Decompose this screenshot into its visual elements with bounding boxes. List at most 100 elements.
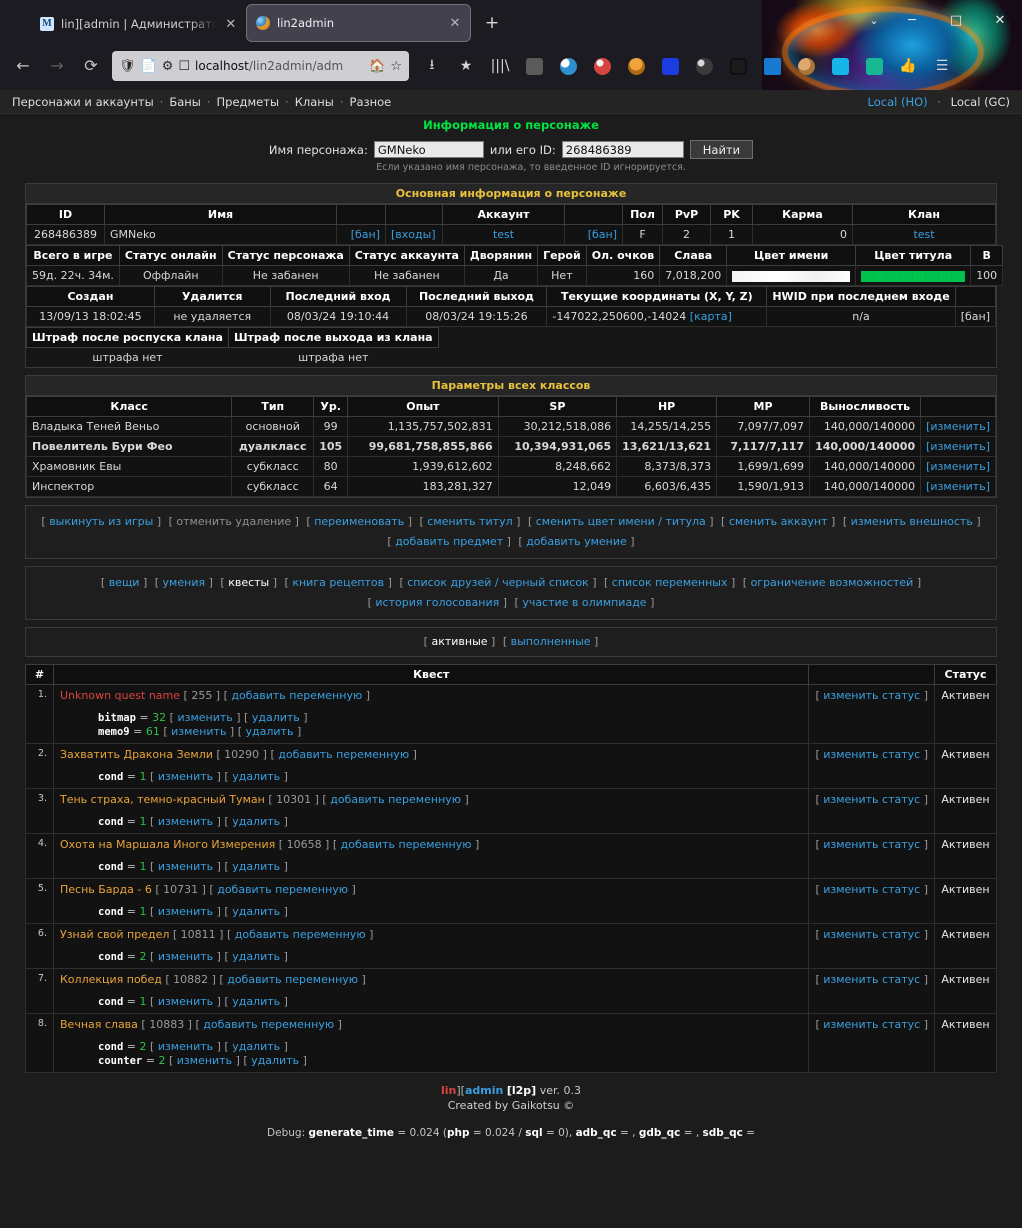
cookie-icon[interactable] — [789, 51, 823, 81]
quest-change-status-link[interactable]: изменить статус — [823, 1018, 920, 1031]
section-variables-link[interactable]: список переменных — [612, 576, 728, 589]
action-change-colors-link[interactable]: сменить цвет имени / титула — [536, 515, 706, 528]
quest-add-variable-link[interactable]: добавить переменную — [217, 883, 348, 896]
server-local-ho[interactable]: Local (HO) — [868, 95, 928, 109]
bookmark-star-icon[interactable]: ☆ — [390, 60, 402, 73]
map-link[interactable]: [карта] — [690, 310, 732, 323]
quest-change-status-link[interactable]: изменить статус — [823, 973, 920, 986]
quest-filter-completed-link[interactable]: выполненные — [511, 635, 591, 648]
dark-reader-icon[interactable] — [687, 51, 721, 81]
quest-var-delete-link[interactable]: удалить — [246, 725, 294, 738]
quest-var-edit-link[interactable]: изменить — [158, 950, 213, 963]
account-link[interactable]: test — [493, 228, 514, 241]
quest-var-edit-link[interactable]: изменить — [158, 1040, 213, 1053]
quest-var-edit-link[interactable]: изменить — [158, 860, 213, 873]
quest-var-edit-link[interactable]: изменить — [171, 725, 226, 738]
back-icon[interactable]: ← — [6, 51, 40, 81]
quest-var-delete-link[interactable]: удалить — [232, 770, 280, 783]
quest-var-delete-link[interactable]: удалить — [252, 711, 300, 724]
quest-var-delete-link[interactable]: удалить — [232, 815, 280, 828]
action-rename-link[interactable]: переименовать — [314, 515, 404, 528]
thumbs-up-icon[interactable]: 👍 — [891, 51, 925, 81]
quest-change-status-link[interactable]: изменить статус — [823, 689, 920, 702]
account-ban-link[interactable]: [бан] — [588, 228, 617, 241]
character-id-input[interactable] — [561, 141, 684, 158]
char-ban-link[interactable]: [бан] — [351, 228, 380, 241]
tab-close-icon[interactable]: ✕ — [224, 18, 238, 31]
reload-icon[interactable]: ⟳ — [74, 51, 108, 81]
close-window-button[interactable]: ✕ — [978, 0, 1022, 42]
quest-add-variable-link[interactable]: добавить переменную — [330, 793, 461, 806]
quest-change-status-link[interactable]: изменить статус — [823, 748, 920, 761]
action-kick-link[interactable]: выкинуть из игры — [49, 515, 153, 528]
section-olympiad-link[interactable]: участие в олимпиаде — [522, 596, 646, 609]
downloads-icon[interactable]: ⭳ — [415, 51, 449, 81]
quest-add-variable-link[interactable]: добавить переменную — [227, 973, 358, 986]
character-name-input[interactable] — [373, 141, 484, 158]
class-edit-link[interactable]: [изменить] — [926, 460, 990, 473]
quest-change-status-link[interactable]: изменить статус — [823, 928, 920, 941]
download-manager-icon[interactable] — [653, 51, 687, 81]
circle-blue-icon[interactable] — [551, 51, 585, 81]
save-to-pocket-icon[interactable]: ★ — [449, 51, 483, 81]
server-local-gc[interactable]: Local (GC) — [951, 95, 1010, 109]
diamond-cyan-icon[interactable] — [823, 51, 857, 81]
section-items-link[interactable]: вещи — [109, 576, 140, 589]
section-recipes-link[interactable]: книга рецептов — [292, 576, 384, 589]
clan-link[interactable]: test — [913, 228, 934, 241]
quest-var-delete-link[interactable]: удалить — [232, 1040, 280, 1053]
class-edit-link[interactable]: [изменить] — [926, 420, 990, 433]
quest-var-delete-link[interactable]: удалить — [232, 860, 280, 873]
sidebar-item-misc[interactable]: Разное — [350, 95, 392, 109]
quest-var-delete-link[interactable]: удалить — [232, 905, 280, 918]
quest-var-delete-link[interactable]: удалить — [232, 950, 280, 963]
sidebar-item-bans[interactable]: Баны — [169, 95, 201, 109]
home-icon[interactable]: 🏠 — [369, 60, 385, 73]
quest-add-variable-link[interactable]: добавить переменную — [278, 748, 409, 761]
section-restrictions-link[interactable]: ограничение возможностей — [751, 576, 914, 589]
screenshot-off-icon[interactable]: ☐ — [178, 60, 190, 73]
settings-sliders-icon[interactable]: ⚙ — [162, 60, 174, 73]
sidebar-item-characters[interactable]: Персонажи и аккаунты — [12, 95, 154, 109]
action-change-account-link[interactable]: сменить аккаунт — [729, 515, 828, 528]
class-edit-link[interactable]: [изменить] — [926, 480, 990, 493]
ublock-origin-icon[interactable] — [517, 51, 551, 81]
quest-var-edit-link[interactable]: изменить — [158, 995, 213, 1008]
find-button[interactable]: Найти — [689, 140, 754, 159]
tab-close-icon[interactable]: ✕ — [447, 17, 463, 30]
action-add-skill-link[interactable]: добавить умение — [526, 535, 627, 548]
sidebar-item-clans[interactable]: Кланы — [295, 95, 334, 109]
new-tab-button[interactable]: + — [479, 10, 505, 36]
quest-var-delete-link[interactable]: удалить — [251, 1054, 299, 1067]
hwid-ban-link[interactable]: [бан] — [954, 306, 997, 327]
lamp-green-icon[interactable] — [857, 51, 891, 81]
quest-var-edit-link[interactable]: изменить — [177, 711, 232, 724]
sidebar-item-items[interactable]: Предметы — [217, 95, 280, 109]
quest-change-status-link[interactable]: изменить статус — [823, 838, 920, 851]
section-friends-link[interactable]: список друзей / черный список — [407, 576, 588, 589]
address-bar[interactable]: 🛡 📄 ⚙ ☐ localhost/lin2admin/adm 🏠 ☆ — [112, 51, 409, 81]
action-add-item-link[interactable]: добавить предмет — [395, 535, 503, 548]
browser-tab-2[interactable]: lin2admin ✕ — [246, 4, 471, 42]
monkey-icon[interactable] — [619, 51, 653, 81]
extension-red-icon[interactable] — [585, 51, 619, 81]
quest-var-delete-link[interactable]: удалить — [232, 995, 280, 1008]
quest-change-status-link[interactable]: изменить статус — [823, 883, 920, 896]
quest-add-variable-link[interactable]: добавить переменную — [341, 838, 472, 851]
chevron-down-icon[interactable]: ⌄ — [858, 0, 890, 42]
quest-change-status-link[interactable]: изменить статус — [823, 793, 920, 806]
minimize-button[interactable]: ─ — [890, 0, 934, 42]
action-change-title-link[interactable]: сменить титул — [427, 515, 512, 528]
section-vote-history-link[interactable]: история голосования — [375, 596, 499, 609]
quest-var-edit-link[interactable]: изменить — [158, 905, 213, 918]
library-icon[interactable]: |||\ — [483, 51, 517, 81]
quest-var-edit-link[interactable]: изменить — [177, 1054, 232, 1067]
quest-add-variable-link[interactable]: добавить переменную — [203, 1018, 334, 1031]
browser-tab-1[interactable]: M lin][admin | Администраторы ✕ — [30, 6, 246, 42]
action-change-appearance-link[interactable]: изменить внешность — [851, 515, 973, 528]
quest-var-edit-link[interactable]: изменить — [158, 815, 213, 828]
quest-add-variable-link[interactable]: добавить переменную — [231, 689, 362, 702]
shield-off-icon[interactable]: 🛡 — [119, 60, 136, 73]
maximize-button[interactable]: □ — [934, 0, 978, 42]
class-edit-link[interactable]: [изменить] — [926, 440, 990, 453]
